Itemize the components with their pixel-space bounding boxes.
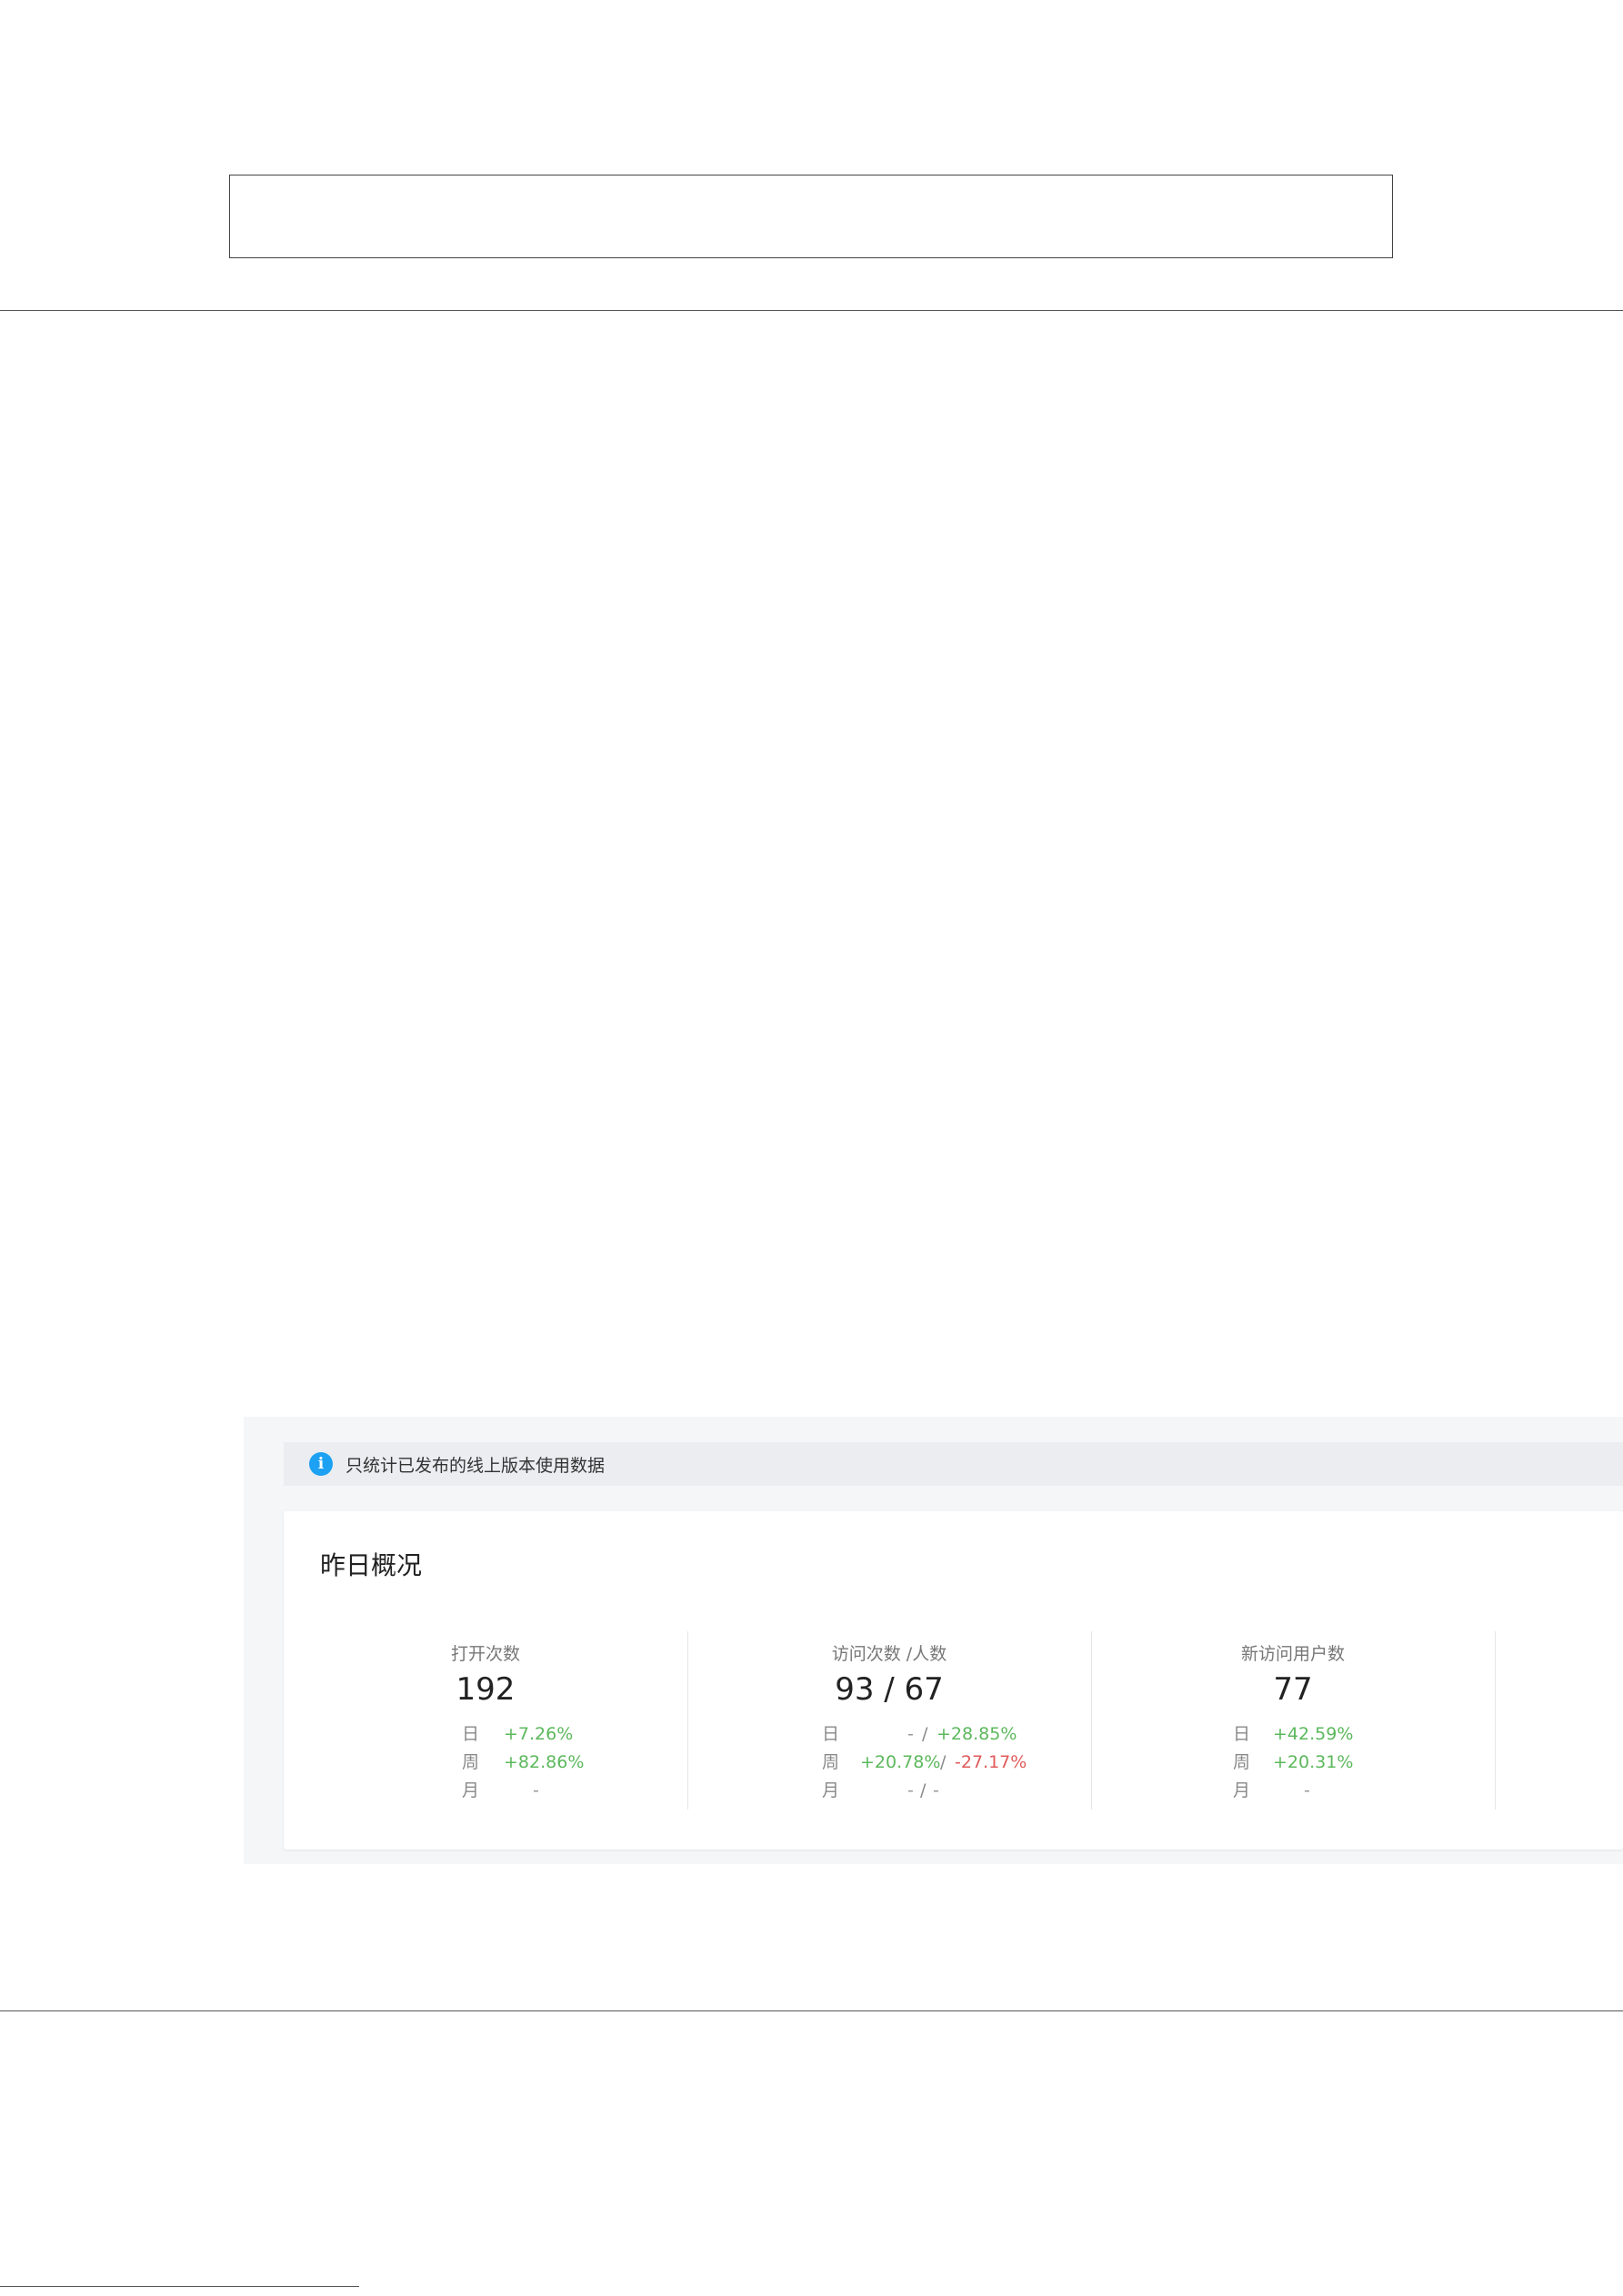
change-row-week: 周 +82.86% [462,1749,644,1776]
change-row-month: 月 - / - [822,1777,1086,1804]
row-value: +82.86% [504,1752,585,1772]
metric-label: 访问次数 /人数 [831,1644,947,1664]
row-value-visits: +20.78% [860,1752,941,1772]
row-value: +42.59% [1273,1724,1354,1744]
change-row-month: 月 - [462,1777,644,1804]
change-row-week: 周 +20.31% [1233,1749,1433,1776]
info-icon: i [309,1452,333,1476]
row-key: 周 [822,1752,840,1772]
metric-value: 192 [456,1671,516,1708]
row-value-users: +28.85% [937,1724,1017,1744]
change-row-day: 日 +42.59% [1233,1720,1433,1748]
notice-bar: i 只统计已发布的线上版本使用数据 [284,1442,1623,1486]
row-key: 周 [1233,1752,1251,1772]
change-row-day: 日 - / +28.85% [822,1720,1086,1748]
row-key: 周 [462,1752,480,1772]
row-separator: / [920,1780,927,1800]
row-value-visits: - [907,1780,914,1800]
row-separator: / [922,1724,928,1744]
metric-open-count: 打开次数 192 日 +7.26% 周 +82.86% 月 - [284,1631,688,1810]
row-value-visits: - [907,1724,914,1744]
row-key: 日 [1233,1724,1251,1744]
row-value: +20.31% [1273,1752,1354,1772]
row-key: 月 [462,1780,480,1800]
metric-cropped [1495,1631,1623,1810]
metric-visits-users: 访问次数 /人数 93 / 67 日 - / +28.85% 周 +20.78%… [687,1631,1092,1810]
row-value: - [533,1780,539,1800]
row-value: +7.26% [504,1724,574,1744]
row-key: 日 [462,1724,480,1744]
metric-label: 新访问用户数 [1240,1644,1345,1664]
change-row-month: 月 - [1233,1777,1433,1804]
change-row-week: 周 +20.78% / -27.17% [822,1749,1086,1776]
metric-value: 77 [1273,1671,1313,1708]
section-divider-top [0,310,1623,311]
row-value-users: - [933,1780,939,1800]
row-key: 月 [822,1780,840,1800]
change-row-day: 日 +7.26% [462,1720,644,1748]
row-key: 日 [822,1724,840,1744]
notice-text: 只统计已发布的线上版本使用数据 [346,1455,606,1476]
metric-new-users: 新访问用户数 77 日 +42.59% 周 +20.31% 月 - [1091,1631,1496,1810]
row-separator: / [940,1752,947,1772]
section-divider-bottom [0,2010,1623,2011]
footnote-rule [0,2286,359,2287]
metric-label: 打开次数 [450,1644,520,1664]
metric-value: 93 / 67 [835,1671,944,1708]
overview-card: 昨日概况 打开次数 192 日 +7.26% 周 +82.86% 月 - 访问次… [284,1511,1623,1850]
card-title: 昨日概况 [320,1550,423,1580]
row-key: 月 [1233,1780,1251,1800]
row-value-users: -27.17% [955,1752,1027,1772]
row-value: - [1304,1780,1310,1800]
analytics-screenshot: i 只统计已发布的线上版本使用数据 昨日概况 打开次数 192 日 +7.26%… [244,1417,1623,1864]
top-empty-frame [229,175,1393,258]
